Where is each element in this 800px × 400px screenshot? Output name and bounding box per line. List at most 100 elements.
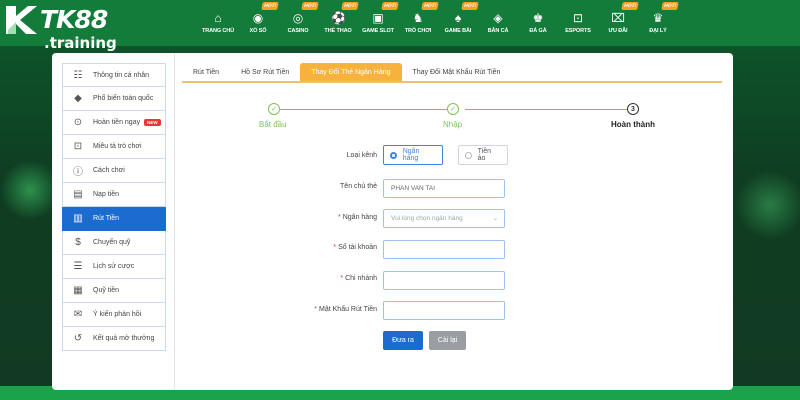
sidebar-item-how-to-play[interactable]: ⓘ Cách chơi: [62, 159, 166, 183]
nav-cockfight[interactable]: ♚ ĐÁ GÀ: [518, 0, 558, 46]
account-sidebar: ☷ Thông tin cá nhân ◆ Phổ biến toàn quốc…: [62, 63, 166, 351]
nav-home[interactable]: ⌂ TRANG CHỦ: [198, 0, 238, 46]
nav-esports[interactable]: ⊡ ESPORTS: [558, 0, 598, 46]
sidebar-item-label: Hoàn tiền ngay: [93, 119, 141, 126]
nav-label: ĐÁ GÀ: [529, 28, 547, 34]
withdraw-icon: ▥: [73, 213, 83, 224]
sidebar-item-popular[interactable]: ◆ Phổ biến toàn quốc: [62, 87, 166, 111]
holder-name-label: Tên chủ thẻ: [247, 183, 377, 190]
account-panel: ☷ Thông tin cá nhân ◆ Phổ biến toàn quốc…: [52, 53, 733, 390]
sidebar-item-profile[interactable]: ☷ Thông tin cá nhân: [62, 63, 166, 87]
sidebar-item-label: Cách chơi: [93, 167, 125, 174]
holder-name-field[interactable]: PHAN VAN TAI: [383, 179, 505, 198]
brand-name: TK88: [40, 5, 108, 34]
main-nav: ⌂ TRANG CHỦ HOT! ◉ XỔ SỐ HOT! ◎ CASINO H…: [198, 0, 679, 46]
bank-select[interactable]: Vui lòng chọn ngân hàng ⌄: [383, 209, 505, 228]
withdraw-tabs: Rút Tiền Hồ Sơ Rút Tiền Thay Đổi Thẻ Ngâ…: [182, 63, 722, 83]
required-mark: *: [314, 306, 318, 313]
holder-name-label-text: Tên chủ thẻ: [340, 183, 377, 190]
nav-promotions[interactable]: HOT! ⌧ ƯU ĐÃI: [598, 0, 639, 46]
sidebar-item-wallet[interactable]: ▦ Quỹ tiền: [62, 279, 166, 303]
brand-domain: .training: [44, 34, 117, 52]
nav-games[interactable]: HOT! ♞ TRÒ CHƠI: [398, 0, 439, 46]
submit-button[interactable]: Đưa ra: [383, 331, 423, 350]
info-icon: ⓘ: [73, 167, 83, 178]
tab-change-withdraw-password[interactable]: Thay Đổi Mật Khẩu Rút Tiền: [402, 63, 512, 81]
account-number-label-text: Số tài khoản: [338, 244, 377, 251]
radio-crypto-label: Tiền ảo: [477, 148, 491, 162]
nav-label: TRANG CHỦ: [201, 28, 235, 34]
sidebar-item-label: Rút Tiền: [93, 215, 120, 222]
nav-slot[interactable]: HOT! ▣ GAME SLOT: [358, 0, 399, 46]
nav-label: BẮN CÁ: [487, 28, 509, 34]
hot-badge: HOT!: [421, 2, 439, 10]
sidebar-item-label: Phổ biến toàn quốc: [93, 95, 154, 102]
step-connector: [280, 109, 453, 110]
sidebar-item-transfer[interactable]: $ Chuyển quỹ: [62, 231, 166, 255]
sidebar-item-game-description[interactable]: ⊡ Miêu tả trò chơi: [62, 135, 166, 159]
brand-logo[interactable]: TK88 .training: [4, 4, 124, 52]
sidebar-item-label: Miêu tả trò chơi: [93, 143, 142, 150]
branch-label: * Chi nhánh: [247, 275, 377, 282]
gift-icon: ⌧: [611, 11, 625, 25]
cashback-icon: ⊙: [73, 117, 83, 128]
sidebar-item-label: Quỹ tiền: [93, 287, 120, 294]
casino-chip-icon: ◎: [292, 11, 304, 25]
required-mark: *: [333, 244, 337, 251]
sidebar-item-label: Lịch sử cược: [93, 263, 135, 270]
hot-badge: HOT!: [381, 2, 399, 10]
channel-type-label-text: Loại kênh: [346, 152, 377, 159]
background-glow: [0, 160, 60, 220]
branch-field[interactable]: [383, 271, 505, 290]
nav-lottery[interactable]: HOT! ◉ XỔ SỐ: [238, 0, 279, 46]
nav-cards[interactable]: HOT! ♠ GAME BÀI: [438, 0, 479, 46]
nav-fishing[interactable]: ◈ BẮN CÁ: [478, 0, 518, 46]
diamond-icon: ◆: [74, 93, 82, 104]
nav-sports[interactable]: HOT! ⚽ THỂ THAO: [318, 0, 359, 46]
id-card-icon: ☷: [73, 69, 83, 81]
hot-badge: HOT!: [461, 2, 479, 10]
nav-label: GAME SLOT: [362, 28, 394, 34]
withdraw-password-field[interactable]: [383, 301, 505, 320]
tab-withdraw[interactable]: Rút Tiền: [182, 63, 230, 81]
required-mark: *: [340, 275, 344, 282]
new-badge: NEW: [144, 119, 161, 126]
nav-label: ƯU ĐÃI: [608, 28, 628, 34]
step-2-marker: ✓: [447, 103, 459, 115]
history-list-icon: ☰: [73, 261, 83, 272]
sidebar-item-label: Chuyển quỹ: [93, 239, 131, 246]
hot-badge: HOT!: [261, 2, 279, 10]
hot-badge: HOT!: [661, 2, 679, 10]
bank-select-placeholder: Vui lòng chọn ngân hàng: [391, 215, 463, 222]
nav-agent[interactable]: HOT! ♛ ĐẠI LÝ: [638, 0, 679, 46]
nav-casino[interactable]: HOT! ◎ CASINO: [278, 0, 319, 46]
sidebar-item-results[interactable]: ↺ Kết quả mở thưởng: [62, 327, 166, 351]
gamepad-icon: ⊡: [572, 11, 584, 25]
step-3-label: Hoàn thành: [611, 120, 655, 129]
sidebar-item-bet-history[interactable]: ☰ Lịch sử cược: [62, 255, 166, 279]
tab-change-bank-card[interactable]: Thay Đổi Thẻ Ngân Hàng: [300, 63, 402, 81]
step-1-label: Bắt đầu: [259, 120, 287, 129]
withdraw-password-label-text: Mật Khẩu Rút Tiền: [319, 306, 377, 313]
account-number-field[interactable]: [383, 240, 505, 259]
sidebar-item-cashback[interactable]: ⊙ Hoàn tiền ngay NEW: [62, 111, 166, 135]
sidebar-item-withdraw[interactable]: ▥ Rút Tiền: [62, 207, 166, 231]
radio-crypto[interactable]: Tiền ảo: [458, 145, 508, 165]
sidebar-item-label: Nạp tiền: [93, 191, 120, 198]
required-mark: *: [338, 214, 341, 221]
withdraw-password-label: * Mật Khẩu Rút Tiền: [247, 306, 377, 313]
top-header: TK88 .training ⌂ TRANG CHỦ HOT! ◉ XỔ SỐ …: [0, 0, 800, 52]
chevron-down-icon: ⌄: [492, 216, 498, 222]
nav-label: ĐẠI LÝ: [649, 28, 667, 34]
radio-bank[interactable]: Ngân hàng: [383, 145, 443, 165]
tab-withdraw-history[interactable]: Hồ Sơ Rút Tiền: [230, 63, 300, 81]
nav-label: CASINO: [287, 28, 309, 34]
sports-icon: ⚽: [331, 11, 346, 25]
reset-button[interactable]: Cài lại: [429, 331, 466, 350]
sidebar-item-label: Ý kiến phản hồi: [93, 311, 142, 318]
sidebar-item-deposit[interactable]: ▤ Nạp tiền: [62, 183, 166, 207]
transfer-icon: $: [75, 237, 81, 248]
sidebar-item-feedback[interactable]: ✉ Ý kiến phản hồi: [62, 303, 166, 327]
radio-dot: [390, 151, 397, 159]
nav-label: TRÒ CHƠI: [404, 28, 432, 34]
